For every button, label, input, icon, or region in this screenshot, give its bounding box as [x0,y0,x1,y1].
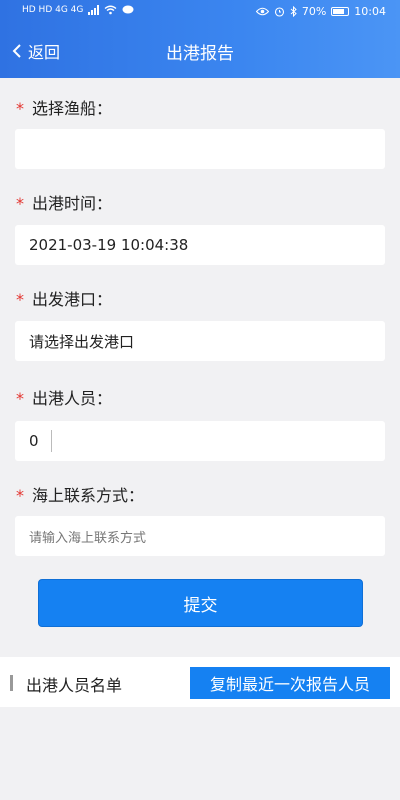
chat-bubble-icon [122,5,134,14]
battery-percent: 70% [301,5,327,18]
copy-last-crew-button[interactable]: 复制最近一次报告人员 [190,667,390,699]
crew-list-header: 出港人员名单 复制最近一次报告人员 [0,657,400,707]
crew-count-value: 0 [29,432,39,450]
vessel-label-text: 选择渔船： [32,99,113,118]
departure-port-label-text: 出发港口： [32,290,113,309]
app-header: HD HD 4G 4G 70% 10:04 返回 出港报告 [0,0,400,78]
bluetooth-icon [290,6,297,17]
required-mark: * [16,290,24,309]
vessel-label: * 选择渔船： [16,95,112,119]
departure-port-select[interactable]: 请选择出发港口 [15,321,385,361]
status-bar-right: 70% 10:04 [255,5,386,18]
required-mark: * [16,389,24,408]
signal-icon [88,5,100,15]
signal-text: HD HD 4G 4G [22,5,84,15]
crew-count-label: * 出港人员： [16,385,112,409]
wifi-icon [104,5,117,15]
departure-time-label: * 出港时间： [16,190,112,214]
departure-time-value: 2021-03-19 10:04:38 [29,236,189,254]
departure-port-value: 请选择出发港口 [29,332,135,351]
page-title: 出港报告 [166,44,234,64]
crew-list-title: 出港人员名单 [26,676,123,695]
contact-label: * 海上联系方式： [16,482,144,506]
crew-count-field[interactable]: 0 [15,421,385,461]
crew-count-label-text: 出港人员： [32,389,113,408]
clock-time: 10:04 [354,5,386,18]
contact-placeholder: 请输入海上联系方式 [29,530,147,546]
alarm-icon [274,7,284,17]
departure-time-label-text: 出港时间： [32,194,113,213]
nav-bar: 返回 出港报告 [0,30,400,72]
required-mark: * [16,194,24,213]
contact-label-text: 海上联系方式： [32,486,145,505]
departure-port-label: * 出发港口： [16,286,112,310]
vessel-select[interactable] [15,129,385,169]
battery-icon [331,7,350,16]
status-bar: HD HD 4G 4G 70% 10:04 [0,0,400,26]
departure-time-field[interactable]: 2021-03-19 10:04:38 [15,225,385,265]
contact-input[interactable]: 请输入海上联系方式 [15,516,385,556]
required-mark: * [16,486,24,505]
status-bar-left: HD HD 4G 4G [22,5,134,15]
eye-icon [255,7,269,16]
submit-button[interactable]: 提交 [38,579,363,627]
required-mark: * [16,99,24,118]
section-marker [10,675,13,691]
text-cursor-divider [50,430,52,452]
